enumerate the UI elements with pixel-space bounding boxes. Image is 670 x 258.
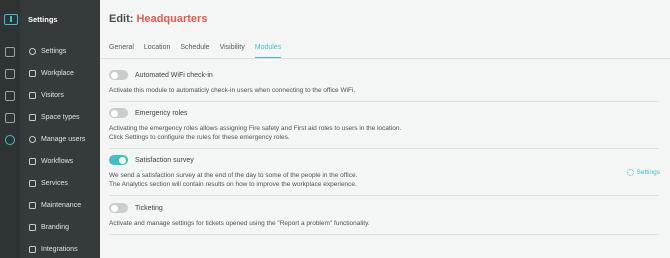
calendar-icon[interactable]	[5, 69, 15, 79]
sidebar-item-integrations[interactable]: Integrations	[20, 240, 100, 258]
icon-rail	[0, 0, 20, 258]
sidebar-item-label: Integrations	[41, 245, 78, 253]
module-description-line-2: Click Settings to configure the rules fo…	[109, 134, 290, 141]
satisfaction-survey-toggle[interactable]	[109, 155, 128, 165]
sidebar-item-workplace[interactable]: Workplace	[20, 64, 100, 82]
workflow-icon	[29, 157, 36, 165]
main-content: Edit: Headquarters General Location Sche…	[100, 0, 670, 258]
users-icon	[29, 135, 36, 143]
gear-icon	[626, 169, 634, 176]
toggle-knob	[111, 109, 118, 117]
sidebar-item-label: Space types	[41, 113, 80, 121]
visitor-badge-icon	[29, 91, 36, 99]
module-description: Activate and manage settings for tickets…	[109, 220, 370, 227]
module-name: Emergency roles	[135, 110, 188, 117]
location-name: Headquarters	[136, 13, 208, 25]
module-description: Activate this module to automaticly chec…	[109, 87, 356, 94]
satisfaction-settings-link[interactable]: Settings	[626, 169, 661, 176]
sidebar-item-services[interactable]: Services	[20, 174, 100, 192]
megaphone-icon[interactable]	[5, 113, 15, 123]
module-divider	[109, 234, 659, 235]
tab-visibility[interactable]: Visibility	[220, 44, 245, 58]
toggle-knob	[119, 156, 126, 164]
module-divider	[109, 148, 659, 149]
sidebar-item-label: Workplace	[41, 69, 74, 77]
branding-icon	[29, 223, 36, 231]
sidebar-item-visitors[interactable]: Visitors	[20, 86, 100, 104]
tab-bar: General Location Schedule Visibility Mod…	[109, 44, 291, 58]
settings-circle-icon	[29, 47, 36, 55]
space-types-icon	[29, 113, 36, 121]
module-name: Ticketing	[135, 205, 163, 212]
tab-general[interactable]: General	[109, 44, 134, 58]
plug-icon	[29, 245, 36, 253]
sidebar-item-workflows[interactable]: Workflows	[20, 152, 100, 170]
title-prefix: Edit:	[109, 13, 134, 25]
sidebar-item-label: Maintenance	[41, 201, 82, 209]
sidebar-item-label: Manage users	[41, 135, 86, 143]
sidebar-item-branding[interactable]: Branding	[20, 218, 100, 236]
app-logo-icon[interactable]	[4, 14, 18, 25]
module-divider	[109, 101, 659, 102]
toggle-knob	[111, 204, 118, 212]
building-icon[interactable]	[5, 47, 15, 57]
settings-sidebar: Settings Settings Workplace Visitors Spa…	[20, 0, 100, 258]
sidebar-item-label: Visitors	[41, 91, 64, 99]
tab-location[interactable]: Location	[144, 44, 170, 58]
module-divider	[109, 195, 659, 196]
tab-schedule[interactable]: Schedule	[180, 44, 209, 58]
tab-modules[interactable]: Modules	[254, 44, 282, 58]
sidebar-item-space-types[interactable]: Space types	[20, 108, 100, 126]
book-icon[interactable]	[5, 91, 15, 101]
module-name: Satisfaction survey	[135, 157, 194, 164]
sidebar-item-label: Branding	[41, 223, 70, 231]
toggle-knob	[111, 71, 118, 79]
services-icon	[29, 179, 36, 187]
page-title: Edit: Headquarters	[109, 13, 207, 25]
wifi-checkin-toggle[interactable]	[109, 70, 128, 80]
module-name: Automated WiFi check-in	[135, 72, 213, 79]
module-description-line-2: The Analytics section will contain resul…	[109, 181, 357, 188]
sidebar-item-label: Workflows	[41, 157, 74, 165]
module-description-line-1: Activating the emergency roles allows as…	[109, 125, 402, 132]
wrench-icon	[29, 201, 36, 209]
sidebar-item-label: Services	[41, 179, 68, 187]
sidebar-title: Settings	[28, 15, 58, 24]
sidebar-item-settings[interactable]: Settings	[20, 42, 100, 60]
sidebar-item-maintenance[interactable]: Maintenance	[20, 196, 100, 214]
module-description-line-1: We send a satisfaction survey at the end…	[109, 172, 358, 179]
ticketing-toggle[interactable]	[109, 203, 128, 213]
settings-gear-icon[interactable]	[5, 135, 15, 145]
sidebar-item-label: Settings	[41, 47, 67, 55]
settings-link-label: Settings	[636, 169, 661, 176]
emergency-roles-toggle[interactable]	[109, 108, 128, 118]
sidebar-item-manage-users[interactable]: Manage users	[20, 130, 100, 148]
briefcase-icon	[29, 69, 36, 77]
tab-divider	[100, 58, 670, 59]
